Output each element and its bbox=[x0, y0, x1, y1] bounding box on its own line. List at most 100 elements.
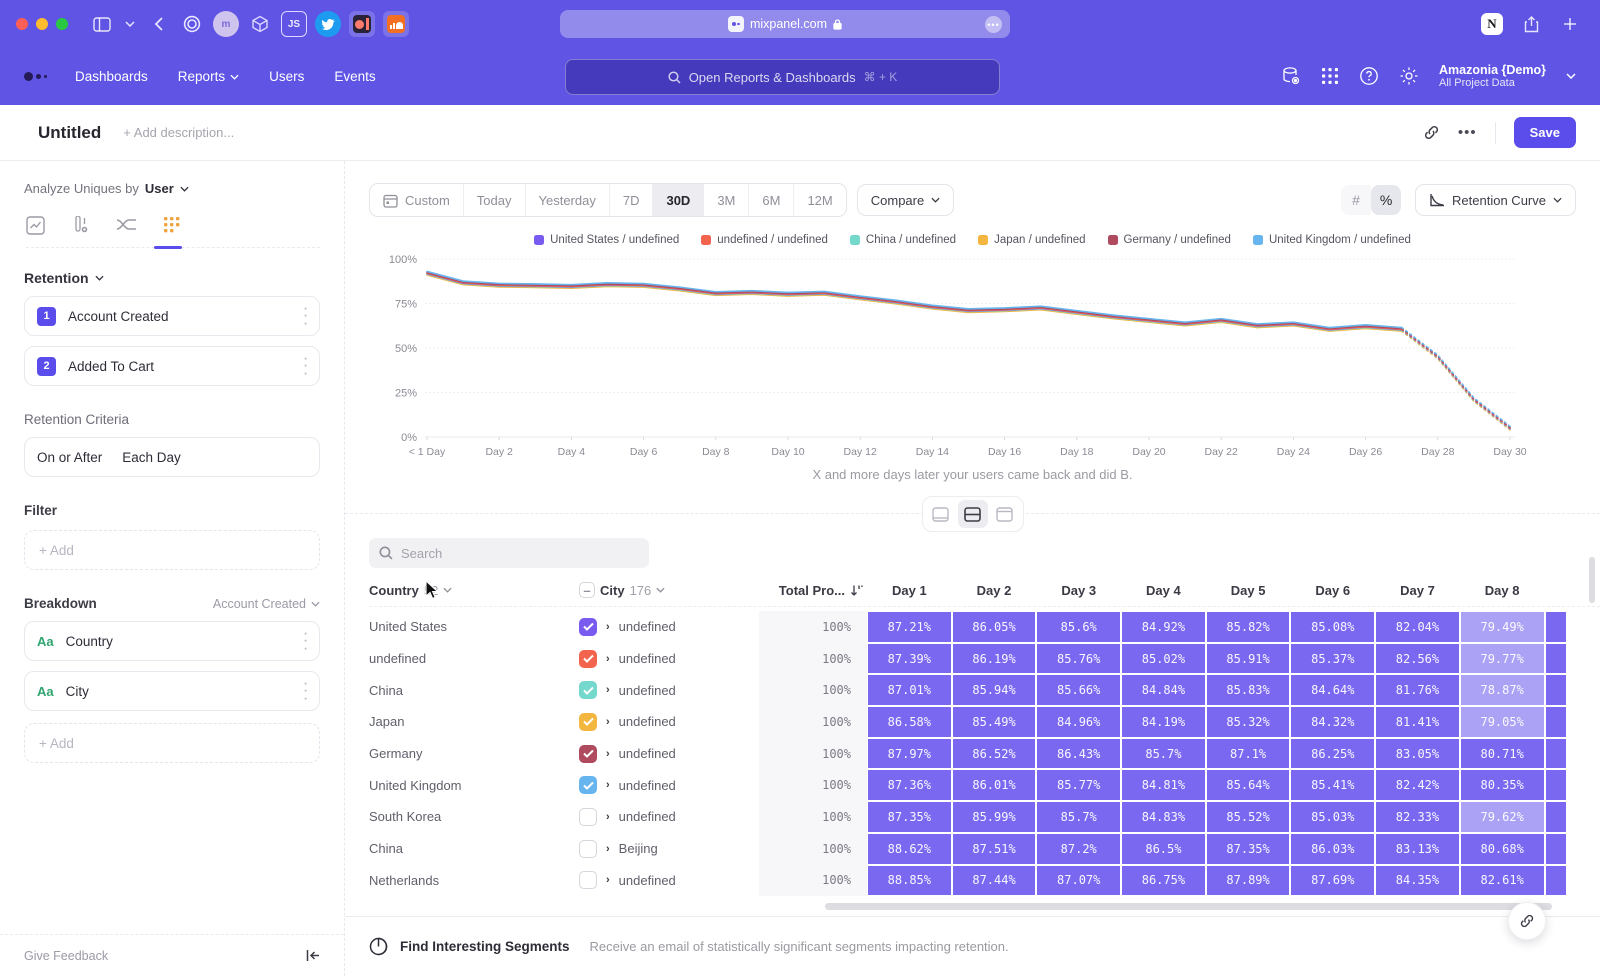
share-link-fab[interactable] bbox=[1508, 902, 1546, 940]
window-controls[interactable] bbox=[16, 18, 68, 30]
retention-cell[interactable]: 86.75% bbox=[1121, 865, 1206, 897]
expand-row-icon[interactable]: › bbox=[606, 716, 610, 728]
retention-cell[interactable]: 85.37% bbox=[1290, 643, 1375, 675]
view-chart-only-button[interactable] bbox=[926, 500, 956, 528]
help-icon[interactable] bbox=[1359, 66, 1379, 86]
legend-item[interactable]: Japan / undefined bbox=[978, 234, 1085, 246]
row-checkbox[interactable] bbox=[579, 776, 597, 794]
retention-cell[interactable]: 83.13% bbox=[1375, 833, 1460, 865]
row-checkbox[interactable] bbox=[579, 840, 597, 858]
give-feedback-link[interactable]: Give Feedback bbox=[24, 949, 108, 963]
patreon-favicon[interactable] bbox=[349, 11, 375, 37]
retention-cell[interactable]: 86.5% bbox=[1121, 833, 1206, 865]
retention-section-header[interactable]: Retention bbox=[24, 270, 320, 286]
range-3m[interactable]: 3M bbox=[704, 184, 749, 216]
retention-line-chart[interactable]: 100%75%50%25%0%< 1 DayDay 2Day 4Day 6Day… bbox=[345, 251, 1600, 463]
expand-row-icon[interactable]: › bbox=[606, 653, 610, 665]
retention-cell[interactable]: 85.66% bbox=[1036, 674, 1121, 706]
day-column-header[interactable]: Day 3 bbox=[1036, 583, 1121, 598]
nav-link-users[interactable]: Users bbox=[269, 69, 304, 84]
expand-row-icon[interactable]: › bbox=[606, 874, 610, 886]
step-menu-icon[interactable]: ●●● bbox=[304, 355, 307, 377]
retention-cell[interactable]: 86.01% bbox=[952, 769, 1037, 801]
notion-icon[interactable]: N bbox=[1481, 13, 1503, 35]
day-column-header[interactable]: Day 8 bbox=[1460, 583, 1545, 598]
breakdown-item-country[interactable]: Aa Country ●●● bbox=[24, 621, 320, 661]
retention-cell[interactable]: 86.43% bbox=[1036, 738, 1121, 770]
country-cell[interactable]: United Kingdom bbox=[369, 778, 579, 793]
breakdown-item-city[interactable]: Aa City ●●● bbox=[24, 671, 320, 711]
cube-favicon[interactable] bbox=[247, 11, 273, 37]
retention-cell[interactable]: 85.91% bbox=[1206, 643, 1291, 675]
retention-cell[interactable]: 85.7% bbox=[1036, 801, 1121, 833]
day-column-header[interactable]: Day 6 bbox=[1290, 583, 1375, 598]
retention-cell[interactable]: 85.02% bbox=[1121, 643, 1206, 675]
segments-title[interactable]: Find Interesting Segments bbox=[400, 939, 570, 954]
retention-cell[interactable]: 84.83% bbox=[1121, 801, 1206, 833]
retention-cell[interactable]: 87.44% bbox=[952, 865, 1037, 897]
step-menu-icon[interactable]: ●●● bbox=[304, 305, 307, 327]
day-column-header[interactable]: Day 4 bbox=[1121, 583, 1206, 598]
vertical-scrollbar[interactable] bbox=[1589, 557, 1595, 603]
breakdown-menu-icon[interactable]: ●●● bbox=[304, 630, 307, 652]
retention-cell[interactable]: 79.62% bbox=[1460, 801, 1545, 833]
city-cell[interactable]: undefined bbox=[619, 778, 676, 793]
mixpanel-logo[interactable] bbox=[24, 72, 47, 81]
retention-cell[interactable]: 87.21% bbox=[867, 611, 952, 643]
report-title[interactable]: Untitled bbox=[38, 123, 101, 143]
retention-cell[interactable]: 85.08% bbox=[1290, 611, 1375, 643]
city-cell[interactable]: undefined bbox=[619, 873, 676, 888]
retention-cell[interactable]: 85.7% bbox=[1121, 738, 1206, 770]
criteria-value-2[interactable]: Each Day bbox=[122, 450, 181, 465]
row-checkbox[interactable] bbox=[579, 745, 597, 763]
retention-cell[interactable]: 87.35% bbox=[1206, 833, 1291, 865]
global-search[interactable]: Open Reports & Dashboards ⌘ + K bbox=[565, 59, 1000, 95]
retention-cell[interactable]: 84.19% bbox=[1121, 706, 1206, 738]
retention-cell[interactable]: 87.51% bbox=[952, 833, 1037, 865]
onepassword-favicon[interactable] bbox=[179, 11, 205, 37]
tab-funnels[interactable] bbox=[71, 216, 90, 235]
analyze-value[interactable]: User bbox=[145, 181, 174, 196]
view-split-button[interactable] bbox=[958, 500, 988, 528]
expand-row-icon[interactable]: › bbox=[606, 779, 610, 791]
criteria-value-1[interactable]: On or After bbox=[37, 450, 102, 465]
new-tab-icon[interactable] bbox=[1563, 17, 1577, 31]
back-button[interactable] bbox=[154, 17, 163, 31]
chevron-down-icon[interactable] bbox=[125, 21, 135, 27]
horizontal-scrollbar[interactable] bbox=[825, 903, 1552, 910]
retention-cell[interactable]: 84.35% bbox=[1375, 865, 1460, 897]
legend-item[interactable]: China / undefined bbox=[850, 234, 956, 246]
retention-cell[interactable]: 85.52% bbox=[1206, 801, 1291, 833]
range-30d[interactable]: 30D bbox=[653, 184, 704, 216]
expand-row-icon[interactable]: › bbox=[606, 621, 610, 633]
legend-item[interactable]: Germany / undefined bbox=[1108, 234, 1231, 246]
retention-cell[interactable]: 86.25% bbox=[1290, 738, 1375, 770]
row-checkbox[interactable] bbox=[579, 681, 597, 699]
range-custom[interactable]: Custom bbox=[370, 184, 464, 216]
nav-link-reports[interactable]: Reports bbox=[178, 69, 239, 84]
retention-cell[interactable]: 88.62% bbox=[867, 833, 952, 865]
retention-cell[interactable]: 84.96% bbox=[1036, 706, 1121, 738]
apps-grid-icon[interactable] bbox=[1321, 67, 1339, 85]
retention-cell[interactable]: 79.05% bbox=[1460, 706, 1545, 738]
project-switcher[interactable]: Amazonia {Demo} All Project Data bbox=[1439, 63, 1546, 90]
day-column-header[interactable]: Day 7 bbox=[1375, 583, 1460, 598]
breakdown-scope-select[interactable]: Account Created bbox=[213, 597, 320, 611]
retention-cell[interactable]: 87.07% bbox=[1036, 865, 1121, 897]
nav-link-dashboards[interactable]: Dashboards bbox=[75, 69, 148, 84]
city-cell[interactable]: undefined bbox=[619, 683, 676, 698]
retention-cell[interactable]: 85.03% bbox=[1290, 801, 1375, 833]
view-table-only-button[interactable] bbox=[990, 500, 1020, 528]
tab-insights[interactable] bbox=[26, 216, 45, 235]
retention-cell[interactable]: 81.41% bbox=[1375, 706, 1460, 738]
retention-cell[interactable]: 85.41% bbox=[1290, 769, 1375, 801]
country-cell[interactable]: United States bbox=[369, 619, 579, 634]
retention-cell[interactable]: 87.39% bbox=[867, 643, 952, 675]
legend-item[interactable]: undefined / undefined bbox=[701, 234, 828, 246]
legend-item[interactable]: United Kingdom / undefined bbox=[1253, 234, 1411, 246]
table-search-input[interactable] bbox=[401, 546, 621, 561]
retention-cell[interactable]: 79.77% bbox=[1460, 643, 1545, 675]
retention-cell[interactable]: 82.33% bbox=[1375, 801, 1460, 833]
row-checkbox[interactable] bbox=[579, 650, 597, 668]
address-menu-icon[interactable]: ••• bbox=[985, 16, 1002, 33]
